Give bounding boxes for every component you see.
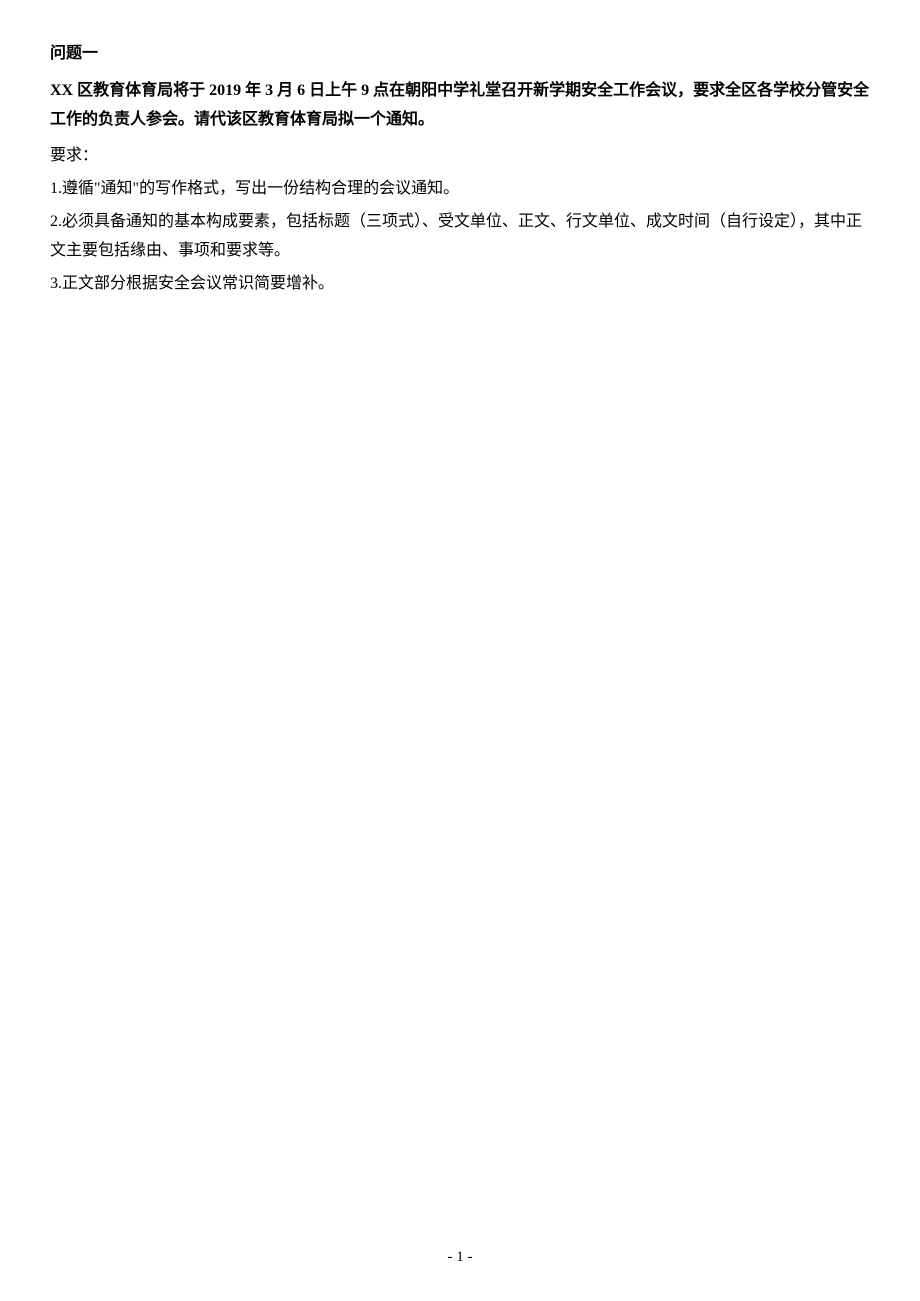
question-label: 问题一 — [50, 40, 870, 69]
requirements-label: 要求： — [50, 142, 870, 171]
question-prompt: XX 区教育体育局将于 2019 年 3 月 6 日上午 9 点在朝阳中学礼堂召… — [50, 77, 870, 135]
requirement-item: 1.遵循"通知"的写作格式，写出一份结构合理的会议通知。 — [50, 175, 870, 204]
requirement-item: 3.正文部分根据安全会议常识简要增补。 — [50, 270, 870, 299]
requirement-item: 2.必须具备通知的基本构成要素，包括标题（三项式）、受文单位、正文、行文单位、成… — [50, 208, 870, 266]
page-number: - 1 - — [448, 1244, 473, 1271]
